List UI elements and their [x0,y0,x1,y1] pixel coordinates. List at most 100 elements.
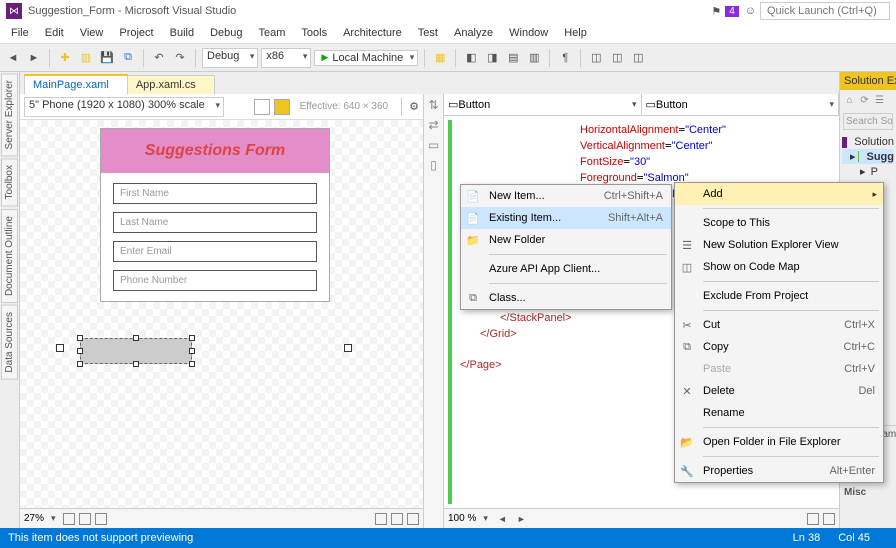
code-nav-left-icon[interactable]: ◄ [495,514,510,524]
ctx-new-view[interactable]: ☰New Solution Explorer View [675,234,883,256]
tb-outdent-icon[interactable]: ◧ [462,49,480,67]
input-firstname[interactable]: First Name [113,183,317,204]
ctx-paste: PasteCtrl+V [675,358,883,380]
undo-icon[interactable]: ↶ [150,49,168,67]
ctx-scope[interactable]: Scope to This [675,212,883,234]
menu-file[interactable]: File [4,25,36,41]
nav-fwd-icon[interactable]: ► [25,49,43,67]
phone-preview: Suggestions Form First Name Last Name En… [100,128,330,302]
menu-build[interactable]: Build [163,25,201,41]
open-icon[interactable]: ▥ [77,49,95,67]
zoom-grid1-icon[interactable] [63,513,75,525]
notification-badge[interactable]: 4 [725,6,739,17]
zoom-left[interactable]: 27% [24,513,44,524]
code-scope-combo[interactable]: ▭ Button [444,94,642,115]
menu-edit[interactable]: Edit [38,25,71,41]
tab-mainpage[interactable]: MainPage.xaml [24,74,128,94]
menu-help[interactable]: Help [557,25,594,41]
ctx-copy[interactable]: ⧉CopyCtrl+C [675,336,883,358]
redo-icon[interactable]: ↷ [171,49,189,67]
tb-para-icon[interactable]: ¶ [556,49,574,67]
ctx-rename[interactable]: Rename [675,402,883,424]
nav-back-icon[interactable]: ◄ [4,49,22,67]
run-button[interactable]: Local Machine [314,50,418,66]
menu-analyze[interactable]: Analyze [447,25,500,41]
code-member-combo[interactable]: ▭ Button [642,94,840,115]
flag-icon[interactable]: ⚑ [711,5,721,18]
orient-portrait-icon[interactable] [254,99,270,115]
menu-project[interactable]: Project [112,25,160,41]
ctx-existing-item[interactable]: 📄Existing Item...Shift+Alt+A [461,207,671,229]
tab-doc-outline[interactable]: Document Outline [1,209,18,303]
zoom-grid2-icon[interactable] [79,513,91,525]
menu-architecture[interactable]: Architecture [336,25,409,41]
zoom-snap-icon[interactable] [375,513,387,525]
orient-landscape-icon[interactable] [274,99,290,115]
new-icon[interactable]: ✚ [56,49,74,67]
feedback-icon[interactable]: ☺ [745,5,756,17]
menu-test[interactable]: Test [411,25,445,41]
zoom-guides-icon[interactable] [407,513,419,525]
platform-combo[interactable]: x86 [261,48,311,68]
ctx-add[interactable]: Add▸ [675,183,883,205]
tb-ext2-icon[interactable]: ◫ [608,49,626,67]
tb-uncomment-icon[interactable]: ▥ [525,49,543,67]
settings-gear-icon[interactable]: ⚙ [409,100,419,113]
save-icon[interactable]: 💾 [98,49,116,67]
tb-indent-icon[interactable]: ◨ [483,49,501,67]
status-line: Ln 38 [793,532,821,544]
ctx-azure-api[interactable]: Azure API App Client... [461,258,671,280]
input-phone[interactable]: Phone Number [113,270,317,291]
ctx-new-item[interactable]: 📄New Item...Ctrl+Shift+A [461,185,671,207]
code-split-h-icon[interactable] [807,513,819,525]
title-bar: ⋈ Suggestion_Form - Microsoft Visual Stu… [0,0,896,22]
code-split-v-icon[interactable] [823,513,835,525]
tb-extra1-icon[interactable]: ▦ [431,49,449,67]
swap-panes-icon[interactable]: ⇅ [428,98,438,112]
ctx-class[interactable]: ⧉Class... [461,287,671,309]
ctx-cut[interactable]: ✂CutCtrl+X [675,314,883,336]
align-handle-right[interactable] [344,344,352,352]
ctx-exclude[interactable]: Exclude From Project [675,285,883,307]
tab-toolbox[interactable]: Toolbox [1,158,18,206]
sol-refresh-icon[interactable]: ⟳ [858,94,871,107]
menu-tools[interactable]: Tools [294,25,334,41]
device-combo[interactable]: 5" Phone (1920 x 1080) 300% scale [24,97,224,117]
solution-search-input[interactable]: Search Solutio [843,113,893,130]
sol-showall-icon[interactable]: ☰ [873,94,886,107]
split-v-icon[interactable]: ▯ [430,158,437,172]
zoom-grid3-icon[interactable] [95,513,107,525]
toolbar: ◄ ► ✚ ▥ 💾 ⧉ ↶ ↷ Debug x86 Local Machine … [0,44,896,72]
code-nav-right-icon[interactable]: ► [514,514,529,524]
tb-ext3-icon[interactable]: ◫ [629,49,647,67]
code-zoom[interactable]: 100 % [448,513,476,524]
input-lastname[interactable]: Last Name [113,212,317,233]
save-all-icon[interactable]: ⧉ [119,49,137,67]
design-canvas[interactable]: Suggestions Form First Name Last Name En… [20,120,423,508]
tb-ext1-icon[interactable]: ◫ [587,49,605,67]
tab-server-explorer[interactable]: Server Explorer [1,73,18,156]
context-menu-main[interactable]: Add▸ Scope to This ☰New Solution Explore… [674,182,884,483]
menu-debug[interactable]: Debug [203,25,249,41]
tab-data-sources[interactable]: Data Sources [1,305,18,380]
ctx-open-folder[interactable]: 📂Open Folder in File Explorer [675,431,883,453]
sol-home-icon[interactable]: ⌂ [843,94,856,107]
config-combo[interactable]: Debug [202,48,258,68]
align-handle-left[interactable] [56,344,64,352]
sync-icon[interactable]: ⇄ [428,118,438,132]
ctx-properties[interactable]: 🔧PropertiesAlt+Enter [675,460,883,482]
input-email[interactable]: Enter Email [113,241,317,262]
context-menu-add[interactable]: 📄New Item...Ctrl+Shift+A 📄Existing Item.… [460,184,672,310]
menu-view[interactable]: View [73,25,111,41]
menu-window[interactable]: Window [502,25,555,41]
selected-button[interactable] [80,338,192,364]
tab-appxaml[interactable]: App.xaml.cs [127,75,215,94]
zoom-grid-icon[interactable] [391,513,403,525]
ctx-codemap[interactable]: ◫Show on Code Map [675,256,883,278]
split-h-icon[interactable]: ▭ [428,138,439,152]
ctx-new-folder[interactable]: 📁New Folder [461,229,671,251]
ctx-delete[interactable]: ✕DeleteDel [675,380,883,402]
tb-comment-icon[interactable]: ▤ [504,49,522,67]
quick-launch-input[interactable] [760,2,890,20]
menu-team[interactable]: Team [252,25,293,41]
